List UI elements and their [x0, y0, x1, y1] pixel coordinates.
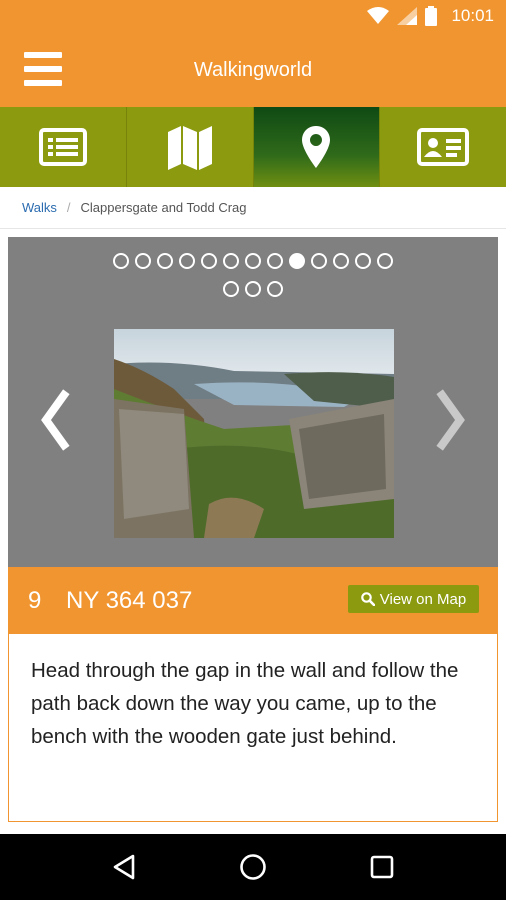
breadcrumb-separator: / — [66, 200, 71, 215]
waypoint-header: 9 NY 364 037 View on Map — [8, 567, 498, 634]
carousel-dot[interactable] — [245, 281, 261, 297]
recents-icon[interactable] — [370, 855, 394, 879]
status-bar: 10:01 — [0, 0, 506, 36]
carousel-dot[interactable] — [201, 253, 217, 269]
photo-carousel — [8, 237, 498, 567]
carousel-dot[interactable] — [289, 253, 305, 269]
view-on-map-label: View on Map — [379, 590, 467, 608]
clock: 10:01 — [451, 6, 494, 25]
walk-photo — [114, 329, 394, 538]
app-bar: Walkingworld — [0, 36, 506, 107]
system-nav-bar — [0, 834, 506, 900]
carousel-dot[interactable] — [355, 253, 371, 269]
carousel-dot[interactable] — [377, 253, 393, 269]
carousel-indicators — [8, 253, 498, 309]
chevron-left-icon[interactable] — [34, 387, 74, 453]
tab-walk-info[interactable] — [0, 107, 127, 187]
carousel-dot[interactable] — [135, 253, 151, 269]
map-icon — [167, 126, 212, 170]
app-title: Walkingworld — [193, 59, 313, 81]
back-icon[interactable] — [112, 854, 136, 880]
waypoint-number: 9 — [28, 587, 42, 614]
waypoint-description: Head through the gap in the wall and fol… — [8, 634, 498, 822]
list-icon — [38, 128, 87, 166]
carousel-dot[interactable] — [113, 253, 129, 269]
tab-contact[interactable] — [380, 107, 506, 187]
carousel-dot[interactable] — [245, 253, 261, 269]
search-icon — [360, 592, 375, 606]
contact-card-icon — [417, 128, 470, 166]
carousel-dot[interactable] — [267, 281, 283, 297]
breadcrumb-walks-link[interactable]: Walks — [22, 200, 57, 215]
tab-bar — [0, 107, 506, 187]
wifi-icon — [367, 7, 390, 24]
carousel-dot[interactable] — [311, 253, 327, 269]
signal-icon — [397, 7, 418, 25]
carousel-dot[interactable] — [333, 253, 349, 269]
tab-waypoints[interactable] — [253, 107, 381, 187]
grid-reference: NY 364 037 — [66, 587, 193, 614]
home-icon[interactable] — [239, 853, 267, 881]
carousel-dot[interactable] — [157, 253, 173, 269]
battery-icon — [425, 6, 438, 26]
carousel-dot[interactable] — [267, 253, 283, 269]
carousel-dot[interactable] — [223, 281, 239, 297]
breadcrumb-current: Clappersgate and Todd Crag — [80, 200, 247, 215]
location-pin-icon — [302, 126, 331, 168]
carousel-dot[interactable] — [179, 253, 195, 269]
breadcrumb: Walks / Clappersgate and Todd Crag — [0, 187, 506, 229]
view-on-map-button[interactable]: View on Map — [348, 585, 479, 613]
chevron-right-icon[interactable] — [432, 387, 472, 453]
carousel-dot[interactable] — [223, 253, 239, 269]
tab-map[interactable] — [127, 107, 254, 187]
